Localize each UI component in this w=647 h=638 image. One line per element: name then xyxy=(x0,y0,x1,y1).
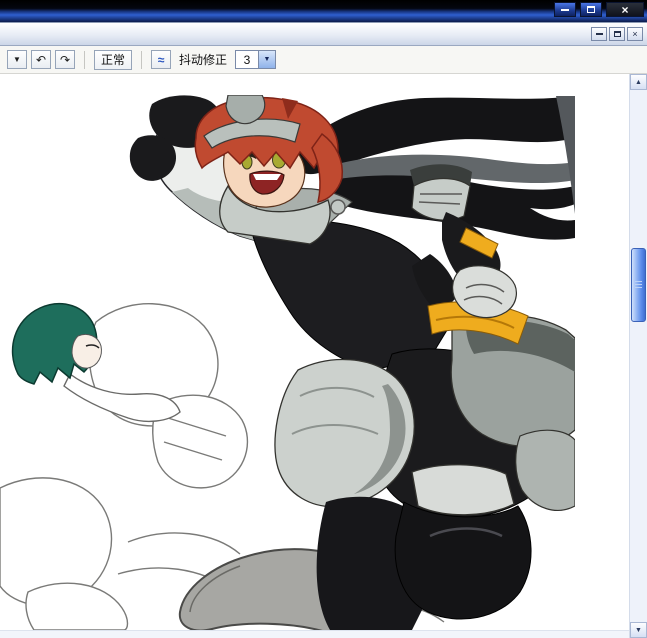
vertical-scrollbar-thumb[interactable] xyxy=(631,248,646,322)
stabilizer-label: 抖动修正 xyxy=(179,53,228,67)
child-titlebar: × xyxy=(0,22,647,46)
undo-icon: ↶ xyxy=(35,52,47,67)
close-button[interactable]: × xyxy=(606,2,644,17)
chest-emblem xyxy=(330,199,346,215)
main-titlebar: × xyxy=(0,0,647,22)
sketch-foot xyxy=(25,582,129,630)
drawing-canvas[interactable] xyxy=(0,74,629,630)
restore-icon xyxy=(587,6,595,13)
teal-face xyxy=(71,333,102,369)
horizontal-scrollbar[interactable] xyxy=(0,630,629,638)
redo-button[interactable]: ↷ xyxy=(55,50,75,69)
minimize-icon xyxy=(561,8,569,11)
scroll-up-button[interactable]: ▲ xyxy=(630,74,647,90)
child-close-icon: × xyxy=(632,29,638,39)
vertical-scrollbar[interactable]: ▲ ▼ xyxy=(629,74,647,638)
child-window-controls: × xyxy=(591,27,643,41)
canvas-artwork xyxy=(0,95,575,630)
stabilizer-value: 3 xyxy=(243,52,251,67)
scroll-up-icon: ▲ xyxy=(635,78,642,86)
window-controls: × xyxy=(554,2,644,17)
sketch-curve xyxy=(127,532,241,555)
stabilizer-combo[interactable]: 3 ▼ xyxy=(235,50,277,69)
child-minimize-button[interactable] xyxy=(591,27,607,41)
scroll-down-button[interactable]: ▼ xyxy=(630,622,647,638)
combo-arrow-icon: ▼ xyxy=(263,56,271,63)
child-restore-button[interactable] xyxy=(609,27,625,41)
close-icon: × xyxy=(621,2,629,17)
scroll-down-icon: ▼ xyxy=(635,626,642,634)
toolbar-separator xyxy=(84,50,85,69)
teeth xyxy=(253,174,281,180)
boot-cuff xyxy=(411,464,515,516)
stabilizer-icon: ≈ xyxy=(157,52,165,67)
minimize-button[interactable] xyxy=(554,2,576,17)
child-minimize-icon xyxy=(595,33,603,35)
dropdown-arrow-icon: ▼ xyxy=(13,55,21,64)
child-restore-icon xyxy=(613,31,621,37)
stabilizer-toggle-button[interactable]: ≈ xyxy=(151,50,171,69)
undo-button[interactable]: ↶ xyxy=(31,50,51,69)
blend-mode-label: 正常 xyxy=(100,53,125,67)
toolbar: ▼ ↶ ↷ 正常 ≈ 抖动修正 3 ▼ xyxy=(0,46,647,74)
redo-icon: ↷ xyxy=(59,52,71,67)
armband-gray xyxy=(411,177,471,221)
paint-app-window: × × ▼ ↶ ↷ 正常 ≈ 抖动修正 3 ▼ ▲ ▼ xyxy=(0,0,647,638)
boot-foot xyxy=(394,501,532,620)
toolbar-separator xyxy=(141,50,142,69)
torso-suit xyxy=(249,219,453,371)
stabilizer-combo-arrow-button[interactable]: ▼ xyxy=(258,51,276,68)
restore-button[interactable] xyxy=(580,2,602,17)
child-close-button[interactable]: × xyxy=(627,27,643,41)
layer-menu-dropdown-button[interactable]: ▼ xyxy=(7,50,27,69)
blend-mode-button[interactable]: 正常 xyxy=(94,49,132,70)
